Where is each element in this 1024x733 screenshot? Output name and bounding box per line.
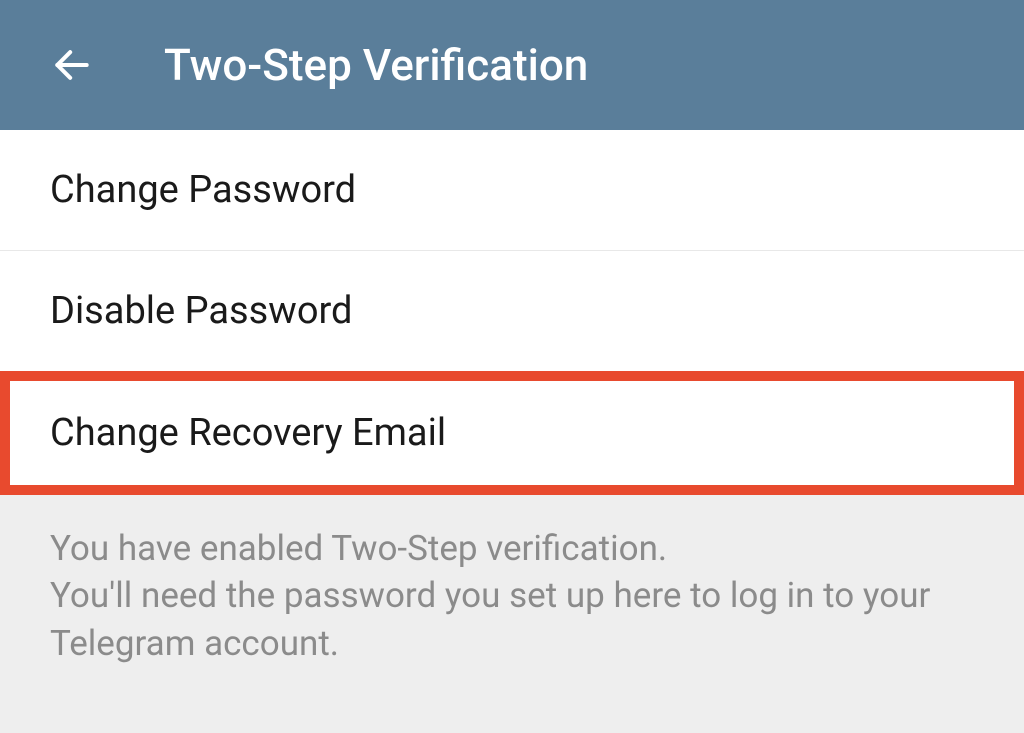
page-title: Two-Step Verification (164, 39, 588, 91)
settings-list: Change Password Disable Password (0, 130, 1024, 371)
arrow-left-icon (50, 43, 94, 87)
disable-password-item[interactable]: Disable Password (0, 251, 1024, 371)
change-password-item[interactable]: Change Password (0, 130, 1024, 250)
change-recovery-email-item[interactable]: Change Recovery Email (10, 381, 1014, 485)
back-button[interactable] (48, 41, 96, 89)
info-text: You have enabled Two-Step verification.Y… (0, 495, 1024, 697)
highlighted-option: Change Recovery Email (0, 371, 1024, 495)
header: Two-Step Verification (0, 0, 1024, 130)
